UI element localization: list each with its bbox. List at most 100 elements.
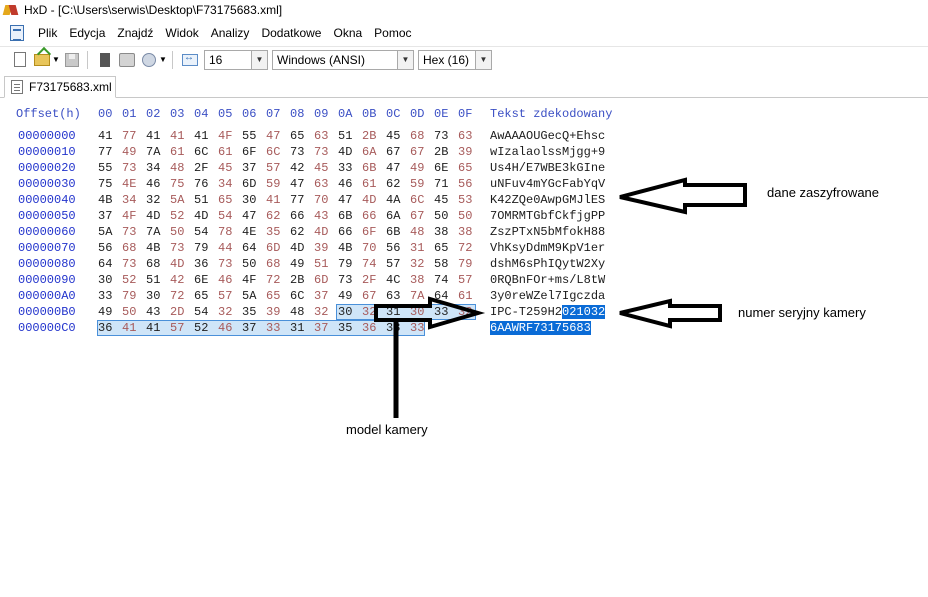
hex-byte[interactable]: 79 [338, 257, 352, 271]
hex-byte[interactable]: 51 [314, 257, 328, 271]
hex-byte[interactable]: 68 [122, 241, 136, 255]
hex-byte[interactable]: 35 [266, 225, 280, 239]
hex-byte[interactable]: 58 [434, 257, 448, 271]
hex-byte[interactable]: 72 [170, 289, 184, 303]
hex-byte[interactable]: 47 [386, 161, 400, 175]
hex-byte[interactable]: 35 [338, 321, 352, 335]
hex-byte[interactable]: 73 [290, 145, 304, 159]
hex-byte[interactable]: 39 [266, 305, 280, 319]
hex-byte[interactable]: 32 [362, 305, 376, 319]
hex-byte[interactable]: 2F [362, 273, 376, 287]
hex-byte[interactable]: 70 [314, 193, 328, 207]
decoded-text-row[interactable]: AwAAAOUGecQ+Ehsc [490, 129, 605, 143]
menu-okna[interactable]: Okna [327, 26, 368, 40]
hex-byte[interactable]: 62 [290, 225, 304, 239]
hex-byte[interactable]: 41 [170, 129, 184, 143]
hex-byte[interactable]: 4C [386, 273, 400, 287]
hex-byte[interactable]: 59 [410, 177, 424, 191]
hex-byte[interactable]: 2D [170, 305, 184, 319]
hex-byte[interactable]: 73 [314, 145, 328, 159]
hex-byte[interactable]: 73 [434, 129, 448, 143]
chevron-down-icon[interactable]: ▼ [475, 50, 491, 69]
hex-byte[interactable]: 43 [146, 305, 160, 319]
hex-byte[interactable]: 63 [314, 177, 328, 191]
document-menu-icon[interactable] [10, 25, 24, 41]
hex-byte[interactable]: 36 [98, 321, 112, 335]
hex-byte[interactable]: 6C [194, 145, 208, 159]
hex-byte[interactable]: 32 [146, 193, 160, 207]
hex-byte[interactable]: 67 [410, 145, 424, 159]
hex-byte[interactable]: 30 [242, 193, 256, 207]
hex-byte[interactable]: 52 [122, 273, 136, 287]
hex-byte[interactable]: 41 [122, 321, 136, 335]
decoded-text-row[interactable]: wIzalaolssMjgg+9 [490, 145, 605, 159]
hex-byte[interactable]: 51 [194, 193, 208, 207]
hex-byte[interactable]: 4D [314, 225, 328, 239]
hex-byte[interactable]: 71 [434, 177, 448, 191]
hex-byte[interactable]: 75 [98, 177, 112, 191]
hex-byte[interactable]: 38 [434, 225, 448, 239]
hex-byte[interactable]: 49 [98, 305, 112, 319]
hex-byte[interactable]: 56 [458, 177, 472, 191]
hex-byte[interactable]: 67 [386, 145, 400, 159]
hex-byte[interactable]: 47 [242, 209, 256, 223]
hex-byte[interactable]: 2F [194, 161, 208, 175]
hex-byte[interactable]: 37 [242, 161, 256, 175]
hex-byte[interactable]: 52 [194, 321, 208, 335]
hex-byte[interactable]: 55 [98, 161, 112, 175]
hex-byte[interactable]: 4D [362, 193, 376, 207]
hex-byte[interactable]: 32 [410, 257, 424, 271]
hex-byte[interactable]: 2B [434, 145, 448, 159]
open-dropdown-arrow-icon[interactable]: ▼ [52, 50, 60, 70]
hex-byte[interactable]: 7A [410, 289, 424, 303]
hex-byte[interactable]: 39 [314, 241, 328, 255]
menu-analizy[interactable]: Analizy [205, 26, 256, 40]
hex-byte[interactable]: 61 [362, 177, 376, 191]
hex-byte[interactable]: 6B [362, 161, 376, 175]
hex-byte[interactable]: 33 [434, 305, 448, 319]
hex-byte[interactable]: 4F [218, 129, 232, 143]
hex-byte[interactable]: 50 [458, 209, 472, 223]
tab-f73175683[interactable]: F73175683.xml [4, 76, 116, 98]
hex-byte[interactable]: 32 [218, 305, 232, 319]
hex-byte[interactable]: 61 [218, 145, 232, 159]
hex-byte[interactable]: 4D [338, 145, 352, 159]
hex-byte[interactable]: 55 [242, 129, 256, 143]
menu-znajdz[interactable]: Znajdź [111, 26, 159, 40]
hex-byte[interactable]: 47 [266, 129, 280, 143]
hex-byte[interactable]: 56 [386, 241, 400, 255]
hex-byte[interactable]: 77 [98, 145, 112, 159]
decoded-text-row[interactable]: IPC-T259H2021032 [490, 305, 606, 319]
hex-byte[interactable]: 47 [290, 177, 304, 191]
menu-dodatkowe[interactable]: Dodatkowe [255, 26, 327, 40]
hex-byte[interactable]: 33 [266, 321, 280, 335]
hex-byte[interactable]: 34 [146, 161, 160, 175]
hex-byte[interactable]: 4D [170, 257, 184, 271]
hex-byte[interactable]: 50 [170, 225, 184, 239]
menu-widok[interactable]: Widok [159, 26, 204, 40]
hex-byte[interactable]: 48 [290, 305, 304, 319]
hex-byte[interactable]: 6A [362, 145, 376, 159]
hex-byte[interactable]: 79 [458, 257, 472, 271]
hex-byte[interactable]: 68 [266, 257, 280, 271]
hex-byte[interactable]: 42 [290, 161, 304, 175]
hex-byte[interactable]: 31 [290, 321, 304, 335]
save-button[interactable] [62, 50, 82, 70]
hex-byte[interactable]: 73 [122, 257, 136, 271]
hex-byte[interactable]: 5A [170, 193, 184, 207]
hex-byte[interactable]: 64 [242, 241, 256, 255]
hex-byte[interactable]: 65 [434, 241, 448, 255]
hex-byte[interactable]: 33 [98, 289, 112, 303]
hex-byte[interactable]: 38 [386, 321, 400, 335]
hex-byte[interactable]: 41 [146, 129, 160, 143]
decoded-text-row[interactable]: 0RQBnFOr+ms/L8tW [490, 273, 605, 287]
hex-byte[interactable]: 43 [314, 209, 328, 223]
tools-dropdown-arrow-icon[interactable]: ▼ [159, 50, 167, 70]
decoded-text-row[interactable]: K42ZQe0AwpGMJlES [490, 193, 605, 207]
menu-pomoc[interactable]: Pomoc [368, 26, 417, 40]
hex-byte[interactable]: 62 [266, 209, 280, 223]
hex-byte[interactable]: 6F [242, 145, 256, 159]
hex-byte[interactable]: 33 [410, 321, 424, 335]
hex-byte[interactable]: 36 [362, 321, 376, 335]
hex-byte[interactable]: 61 [458, 289, 472, 303]
